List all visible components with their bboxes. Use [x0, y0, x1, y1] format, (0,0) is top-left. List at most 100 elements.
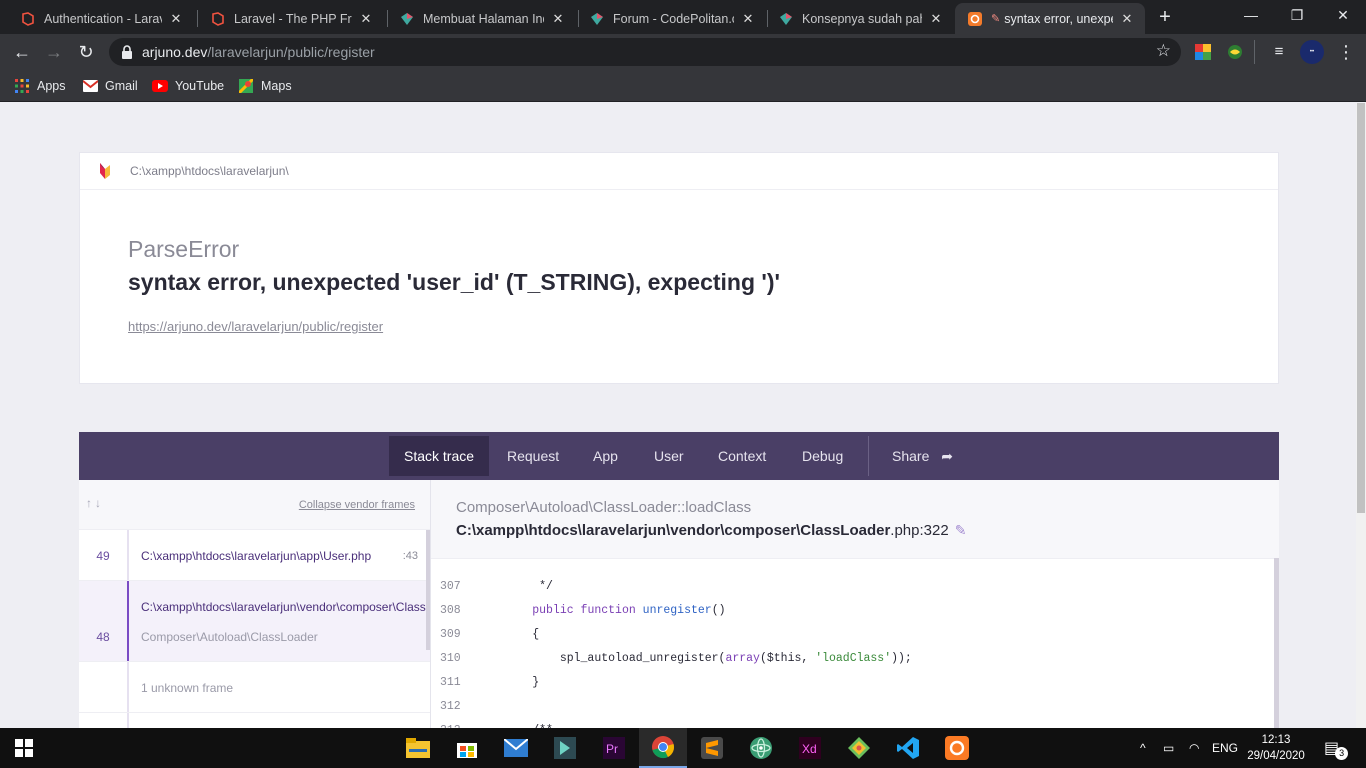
- maps-icon: [238, 78, 254, 94]
- app-launcher-icon[interactable]: [541, 728, 589, 768]
- media-queue-icon[interactable]: ≡: [1267, 40, 1291, 64]
- svg-text:Pr: Pr: [606, 742, 618, 756]
- show-hidden-icons[interactable]: ^: [1140, 728, 1146, 768]
- frame-rail: [127, 713, 129, 728]
- page-scrollbar[interactable]: [1356, 103, 1366, 728]
- store-icon[interactable]: [443, 728, 491, 768]
- mail-icon[interactable]: [492, 728, 540, 768]
- code-snippet-panel: Composer\Autoload\ClassLoader::loadClass…: [431, 480, 1279, 728]
- back-arrow-icon[interactable]: ←: [10, 40, 34, 64]
- bookmark-youtube[interactable]: YouTube: [152, 76, 224, 96]
- tab-syntax-error[interactable]: ✎ syntax error, unexpected ✕: [955, 3, 1145, 34]
- bookmark-star-icon[interactable]: ☆: [1156, 41, 1171, 61]
- address-bar[interactable]: arjuno.dev/laravelarjun/public/register …: [109, 38, 1181, 66]
- git-icon[interactable]: [835, 728, 883, 768]
- laravel-icon: [20, 11, 36, 27]
- ignition-error-page: C:\xampp\htdocs\laravelarjun\ ParseError…: [0, 103, 1356, 728]
- stack-frame[interactable]: 49 C:\xampp\htdocs\laravelarjun\app\User…: [79, 530, 430, 581]
- tab-stack-trace[interactable]: Stack trace: [389, 436, 490, 476]
- frame-navigation-arrows-icon[interactable]: ↑↓: [86, 496, 104, 510]
- nav-divider: [868, 436, 869, 476]
- close-window-button[interactable]: ✕: [1320, 0, 1366, 30]
- frame-file: C:\xampp\htdocs\laravelarjun\app\User.ph…: [141, 549, 372, 563]
- code-line: 311 }: [440, 676, 540, 689]
- file-explorer-icon[interactable]: [394, 728, 442, 768]
- ignition-tab-nav: Stack trace Request App User Context Deb…: [79, 432, 1279, 480]
- browser-tab-strip: Authentication - Laravel ✕ Laravel - The…: [0, 0, 1366, 34]
- tab-authentication[interactable]: Authentication - Laravel ✕: [8, 3, 194, 34]
- frame-file: C:\xampp\htdocs\laravelarjun\vendor\comp…: [141, 600, 430, 614]
- tab-forum-codepolitan[interactable]: Forum - CodePolitan.com ✕: [577, 3, 766, 34]
- url-text[interactable]: arjuno.dev/laravelarjun/public/register: [142, 44, 375, 60]
- tab-membuat-halaman[interactable]: Membuat Halaman Index ✕: [387, 3, 576, 34]
- tab-app[interactable]: App: [578, 436, 633, 476]
- stack-frame-selected[interactable]: 48 C:\xampp\htdocs\laravelarjun\vendor\c…: [79, 581, 430, 662]
- error-header-bar: C:\xampp\htdocs\laravelarjun\: [80, 153, 1278, 190]
- stack-frames-header: ↑↓ Collapse vendor frames: [79, 480, 430, 530]
- code-line: 312: [440, 700, 461, 713]
- ignition-icon: [967, 11, 983, 27]
- close-icon[interactable]: ✕: [928, 11, 944, 27]
- minimize-button[interactable]: —: [1228, 0, 1274, 30]
- avatar[interactable]: ••: [1300, 40, 1324, 64]
- restore-button[interactable]: ❐: [1274, 0, 1320, 30]
- bookmark-apps[interactable]: Apps: [14, 76, 66, 96]
- unknown-frame-label: 1 unknown frame: [141, 681, 234, 695]
- edit-pencil-icon[interactable]: ✎: [955, 522, 967, 538]
- language-indicator[interactable]: ENG: [1212, 728, 1238, 768]
- start-button[interactable]: [0, 728, 48, 768]
- request-url-link[interactable]: https://arjuno.dev/laravelarjun/public/r…: [128, 319, 383, 334]
- laravel-icon: [210, 11, 226, 27]
- bookmarks-bar: Apps Gmail YouTube Maps: [0, 70, 1366, 102]
- tab-debug[interactable]: Debug: [787, 436, 858, 476]
- exception-message: syntax error, unexpected 'user_id' (T_ST…: [128, 269, 780, 295]
- codepolitan-icon: [399, 11, 415, 27]
- frame-file-path: C:\xampp\htdocs\laravelarjun\vendor\comp…: [456, 522, 967, 539]
- code-line: 308 public function unregister(): [440, 604, 726, 617]
- close-icon[interactable]: ✕: [1119, 11, 1135, 27]
- forward-arrow-icon[interactable]: →: [42, 40, 66, 64]
- tab-request[interactable]: Request: [492, 436, 574, 476]
- globe-extension-icon[interactable]: [1226, 43, 1244, 61]
- wifi-icon[interactable]: ◠: [1189, 728, 1199, 768]
- close-icon[interactable]: ✕: [740, 11, 756, 27]
- reload-icon[interactable]: ↻: [74, 40, 98, 64]
- notification-center-icon[interactable]: ▤ 3: [1324, 728, 1349, 768]
- collapse-vendor-frames-link[interactable]: Collapse vendor frames: [299, 499, 415, 511]
- code-line: 310 spl_autoload_unregister(array($this,…: [440, 652, 912, 665]
- bookmark-maps[interactable]: Maps: [238, 76, 292, 96]
- code-scrollbar[interactable]: [1274, 558, 1279, 728]
- network-adapter-icon[interactable]: ▭: [1163, 728, 1174, 768]
- atom-icon[interactable]: [737, 728, 785, 768]
- taskbar-clock[interactable]: 12:13 29/04/2020: [1245, 732, 1307, 764]
- premiere-icon[interactable]: Pr: [590, 728, 638, 768]
- tab-konsepnya[interactable]: Konsepnya sudah paham ✕: [766, 3, 954, 34]
- new-tab-button[interactable]: +: [1154, 6, 1176, 28]
- close-icon[interactable]: ✕: [550, 11, 566, 27]
- menu-kebab-icon[interactable]: ⋮: [1334, 40, 1358, 64]
- xampp-icon[interactable]: [933, 728, 981, 768]
- youtube-icon: [152, 78, 168, 94]
- unknown-frames-row[interactable]: 1 unknown frame: [79, 662, 430, 713]
- close-icon[interactable]: ✕: [358, 11, 374, 27]
- scrollbar-thumb[interactable]: [1357, 103, 1365, 513]
- frame-rail: [127, 530, 129, 580]
- tab-context[interactable]: Context: [703, 436, 781, 476]
- frames-scrollbar[interactable]: [426, 530, 430, 650]
- sublime-text-icon[interactable]: [688, 728, 736, 768]
- tab-user[interactable]: User: [639, 436, 699, 476]
- vscode-icon[interactable]: [884, 728, 932, 768]
- tab-laravel[interactable]: Laravel - The PHP Framework ✕: [198, 3, 384, 34]
- chrome-icon[interactable]: [639, 728, 687, 768]
- close-icon[interactable]: ✕: [168, 11, 184, 27]
- code-line: 313 /**: [431, 719, 1274, 728]
- adobe-xd-icon[interactable]: Xd: [786, 728, 834, 768]
- color-extension-icon[interactable]: [1194, 43, 1212, 61]
- windows-logo-icon: [15, 739, 33, 757]
- code-block: 307 */ 308 public function unregister() …: [431, 558, 1274, 728]
- project-root-path: C:\xampp\htdocs\laravelarjun\: [130, 164, 289, 178]
- exception-class: ParseError: [128, 236, 240, 262]
- stack-frame[interactable]: [79, 713, 430, 728]
- bookmark-gmail[interactable]: Gmail: [82, 76, 138, 96]
- share-button[interactable]: Share ➦: [877, 436, 968, 476]
